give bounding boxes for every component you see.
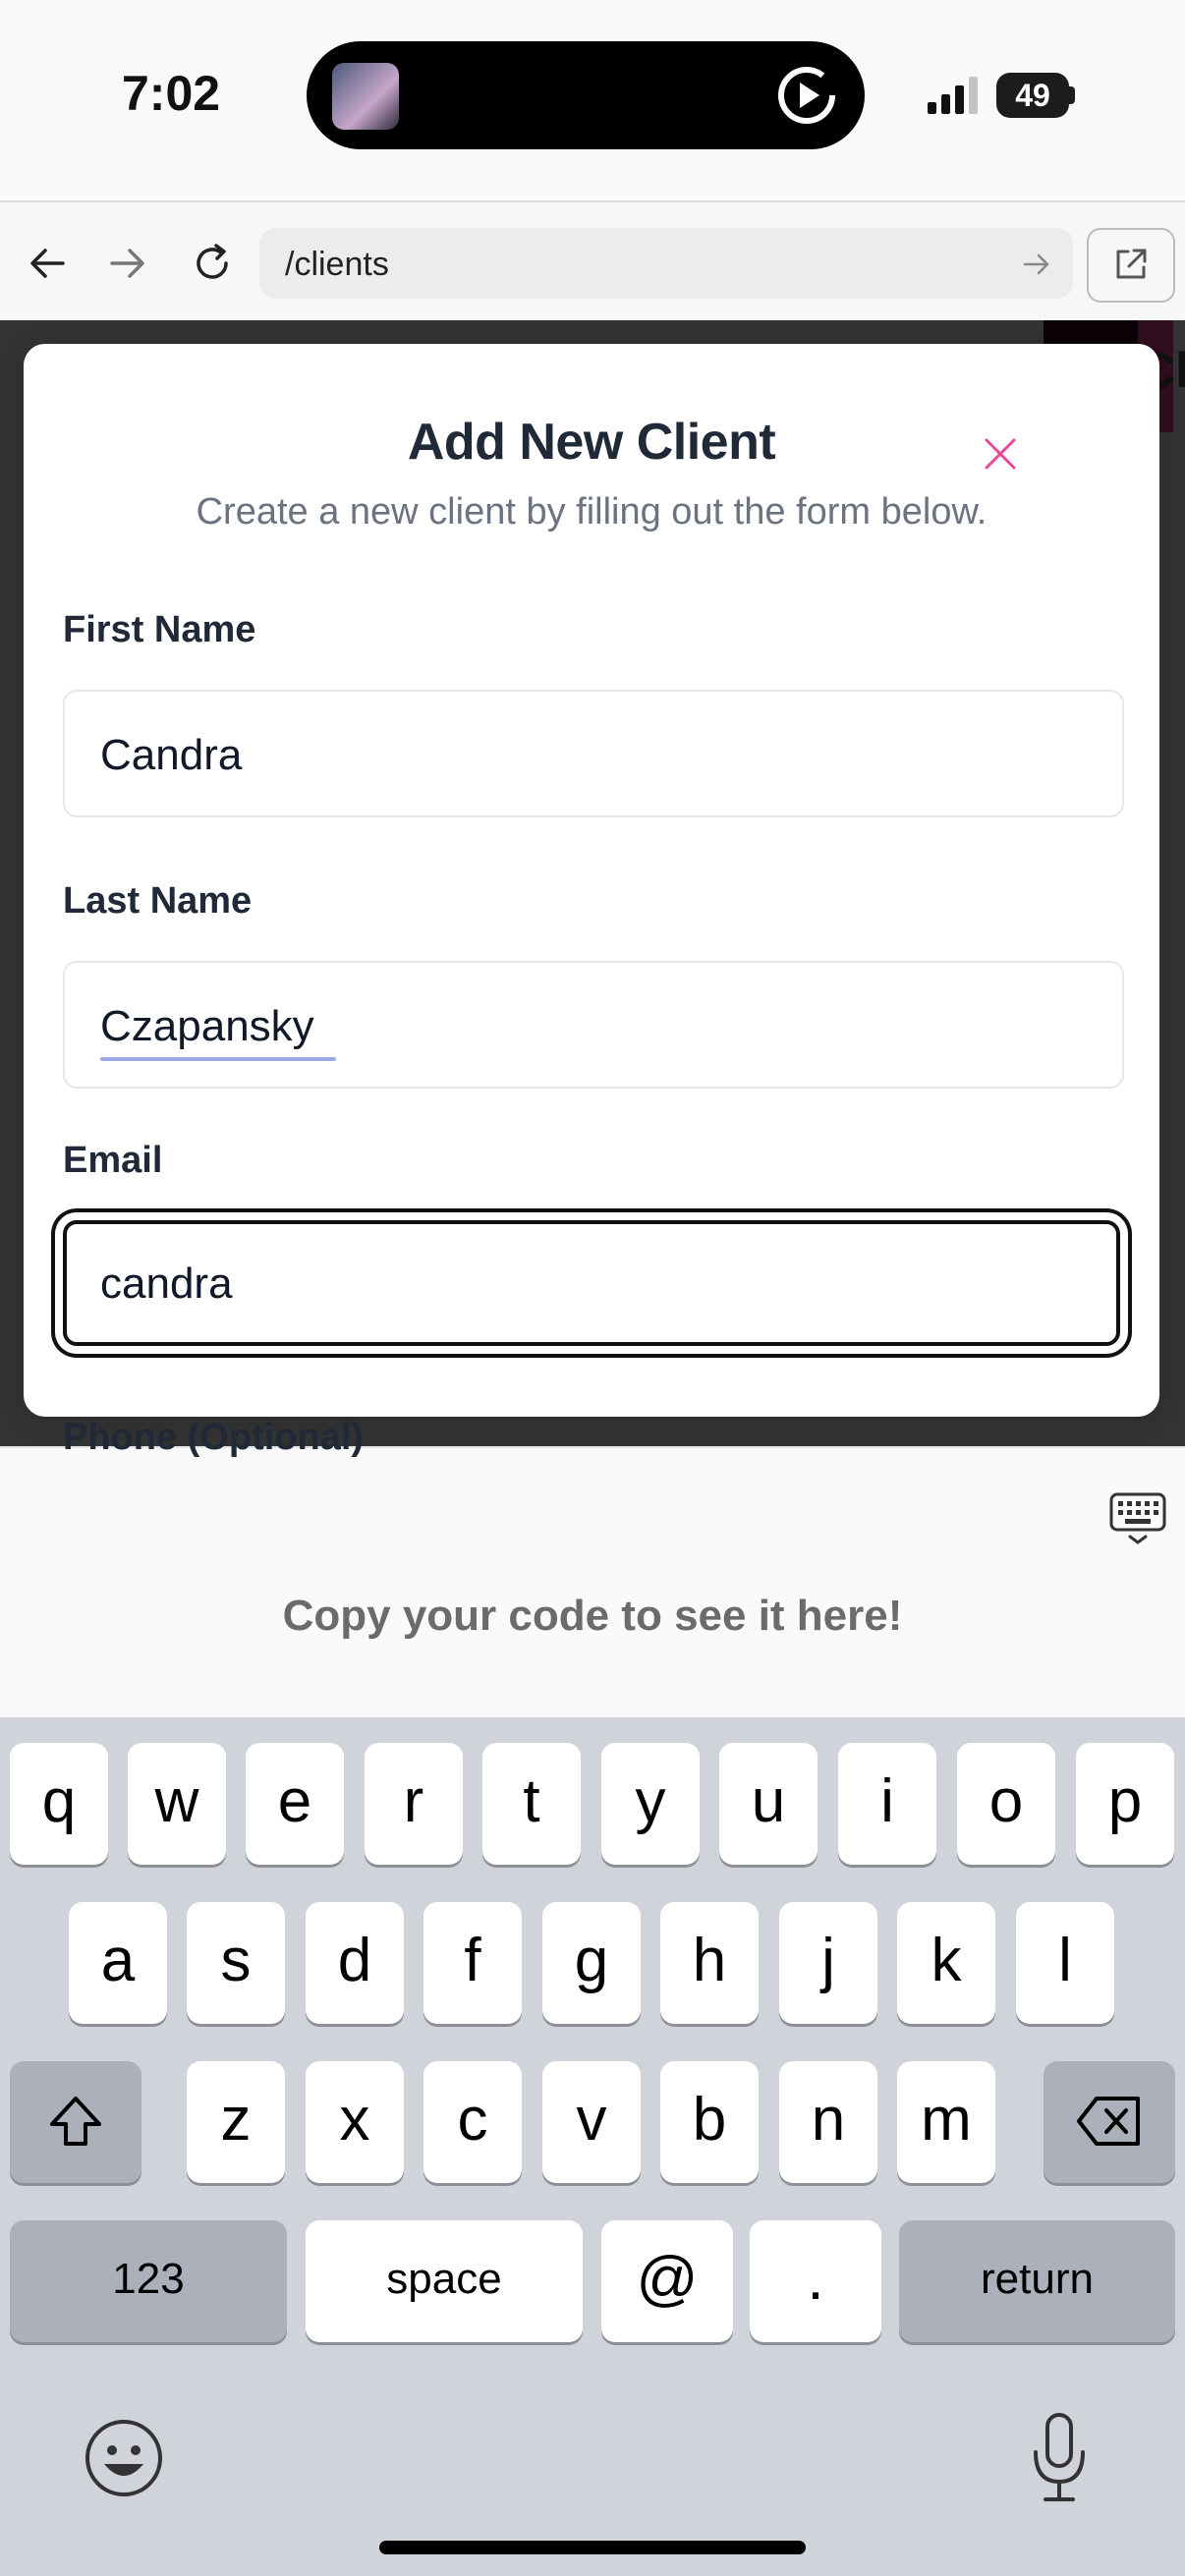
at-key[interactable]: @ [601,2220,733,2342]
first-name-field[interactable]: Candra [63,690,1124,817]
key-o[interactable]: o [957,1743,1055,1865]
key-i[interactable]: i [838,1743,936,1865]
status-bar: 7:02 49 [0,0,1185,196]
key-g[interactable]: g [542,1902,641,2024]
emoji-icon[interactable] [83,2417,165,2499]
key-y[interactable]: y [601,1743,700,1865]
key-q[interactable]: q [10,1743,108,1865]
return-key[interactable]: return [899,2220,1175,2342]
key-l[interactable]: l [1016,1902,1114,2024]
shift-key[interactable] [10,2061,141,2183]
onscreen-keyboard: q w e r t y u i o p a s d f g h j k l z … [0,1717,1185,2576]
battery-indicator: 49 [996,73,1069,118]
url-text: /clients [285,246,389,283]
key-m[interactable]: m [897,2061,995,2183]
spellcheck-underline [100,1057,336,1061]
last-name-field[interactable]: Czapansky [63,961,1124,1089]
preview-message: Copy your code to see it here! [282,1592,903,1640]
open-external-button[interactable] [1087,228,1175,303]
key-c[interactable]: c [423,2061,522,2183]
first-name-value: Candra [100,731,243,779]
key-p[interactable]: p [1076,1743,1174,1865]
preview-panel: Phone (Optional) Copy your code to see i… [0,1417,1185,1719]
screen-recording-icon [778,67,835,124]
space-key[interactable]: space [306,2220,583,2342]
first-name-label: First Name [63,609,256,650]
keyboard-icon[interactable] [1108,1491,1167,1546]
email-label: Email [63,1140,163,1181]
dialog-subtitle: Create a new client by filling out the f… [196,491,988,532]
key-b[interactable]: b [660,2061,759,2183]
url-go-arrow-icon[interactable] [1022,250,1051,279]
open-external-icon [1116,249,1147,279]
delete-key[interactable] [1044,2061,1175,2183]
microphone-icon[interactable] [1028,2411,1091,2505]
key-k[interactable]: k [897,1902,995,2024]
key-t[interactable]: t [482,1743,581,1865]
key-a[interactable]: a [69,1902,167,2024]
key-w[interactable]: w [128,1743,226,1865]
browser-toolbar: /clients [0,200,1185,322]
key-z[interactable]: z [187,2061,285,2183]
key-e[interactable]: e [246,1743,344,1865]
url-field[interactable]: /clients [259,228,1073,299]
back-arrow-icon[interactable] [26,242,69,285]
email-value: candra [100,1260,233,1308]
reload-icon[interactable] [191,242,234,285]
add-client-dialog: Add New Client Create a new client by fi… [24,344,1159,1417]
key-s[interactable]: s [187,1902,285,2024]
numbers-key[interactable]: 123 [10,2220,287,2342]
battery-tip [1069,86,1075,104]
key-j[interactable]: j [779,1902,877,2024]
key-d[interactable]: d [306,1902,404,2024]
key-r[interactable]: r [365,1743,463,1865]
home-indicator[interactable] [379,2541,806,2554]
media-thumbnail [332,63,399,130]
key-n[interactable]: n [779,2061,877,2183]
dynamic-island[interactable] [307,41,865,149]
backspace-icon [1077,2097,1140,2146]
key-h[interactable]: h [660,1902,759,2024]
key-u[interactable]: u [719,1743,818,1865]
close-icon[interactable] [979,432,1022,476]
cellular-signal-icon [928,77,978,114]
forward-arrow-icon[interactable] [106,242,149,285]
key-f[interactable]: f [423,1902,522,2024]
key-x[interactable]: x [306,2061,404,2183]
dot-key[interactable]: . [750,2220,881,2342]
last-name-value: Czapansky [100,1002,314,1050]
status-time: 7:02 [122,66,221,121]
email-field[interactable]: candra [63,1220,1120,1346]
key-v[interactable]: v [542,2061,641,2183]
last-name-label: Last Name [63,880,253,922]
shift-icon [50,2097,101,2146]
phone-label: Phone (Optional) [63,1417,365,1458]
